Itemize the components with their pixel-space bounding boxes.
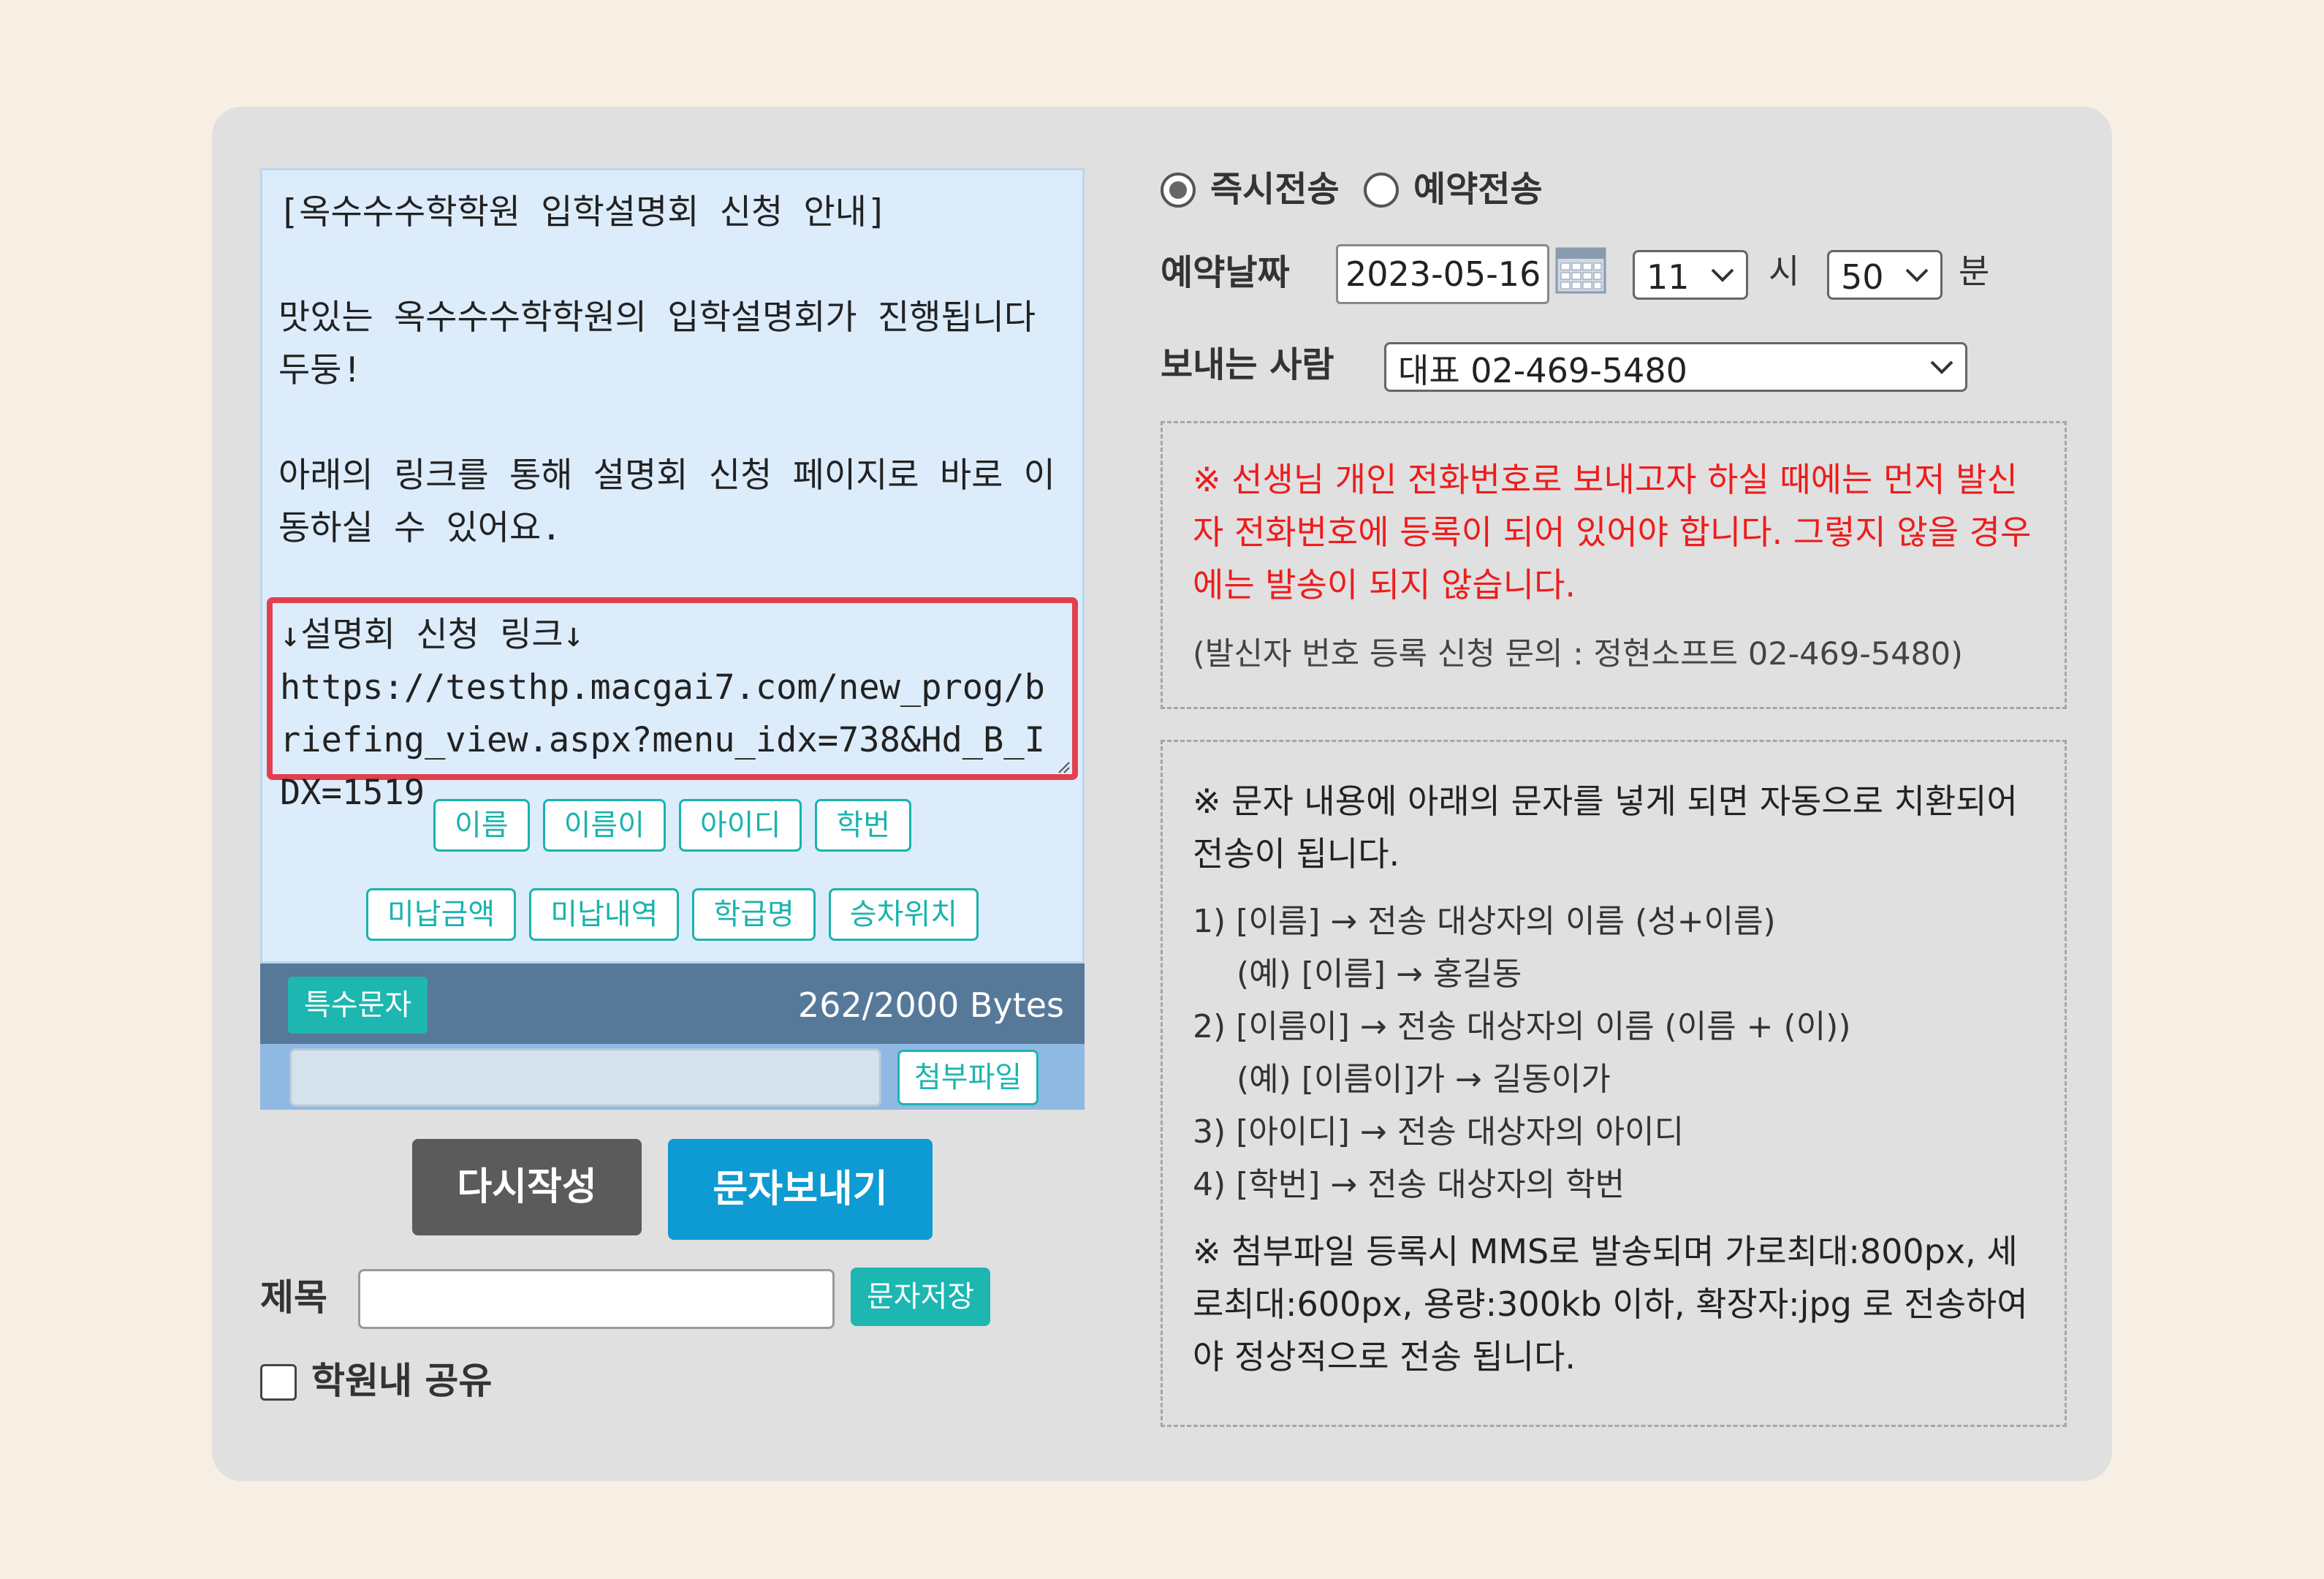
share-label: 학원내 공유 [311, 1360, 493, 1402]
chip-name[interactable]: 이름 [433, 799, 530, 852]
special-chars-button[interactable]: 특수문자 [288, 977, 428, 1034]
chip-class-name[interactable]: 학급명 [692, 888, 816, 941]
attachment-row: 첨부파일 [260, 1044, 1085, 1110]
calendar-icon[interactable] [1555, 247, 1606, 294]
info-example: (예) [이름] → 홍길동 [1237, 955, 1522, 993]
chip-unpaid-amount[interactable]: 미납금액 [365, 888, 517, 941]
date-label: 예약날짜 [1161, 252, 1290, 293]
subject-label: 제목 [260, 1276, 327, 1319]
hour-select[interactable]: 11 [1633, 250, 1748, 300]
save-message-button[interactable]: 문자저장 [851, 1268, 991, 1326]
page-background: [옥수수수학학원 입학설명회 신청 안내] 맛있는 옥수수수학학원의 입학설명회… [0, 0, 2324, 1579]
sender-contact-text: (발신자 번호 등록 신청 문의 : 정현소프트 02-469-5480) [1193, 636, 1963, 673]
chevron-down-icon [1905, 268, 1929, 282]
editor-toolbar: 특수문자 262/2000 Bytes [260, 963, 1085, 1044]
scheduled-radio[interactable] [1364, 173, 1399, 208]
hour-unit: 시 [1769, 251, 1800, 291]
resize-handle-icon[interactable] [1056, 760, 1071, 774]
sender-select[interactable]: 대표 02-469-5480 [1384, 342, 1967, 392]
chevron-down-icon [1930, 360, 1953, 374]
attachment-path-input[interactable] [289, 1048, 881, 1107]
sender-warning-text: ※ 선생님 개인 전화번호로 보내고자 하실 때에는 먼저 발신자 전화번호에 … [1193, 460, 2032, 605]
link-text: ↓설명회 신청 링크↓ https://testhp.macgai7.com/n… [280, 615, 1045, 813]
info-example: (예) [이름이]가 → 길동이가 [1237, 1061, 1611, 1098]
attachment-info-note: ※ 첨부파일 등록시 MMS로 발송되며 가로최대:800px, 세로최대:60… [1193, 1232, 2028, 1377]
hour-value: 11 [1647, 257, 1690, 297]
chevron-down-icon [1711, 268, 1734, 282]
message-textarea[interactable]: [옥수수수학학원 입학설명회 신청 안내] 맛있는 옥수수수학학원의 입학설명회… [260, 168, 1085, 963]
info-line: 3) [아이디] → 전송 대상자의 아이디 [1193, 1113, 1685, 1151]
send-message-button[interactable]: 문자보내기 [668, 1139, 933, 1240]
chip-id[interactable]: 아이디 [679, 799, 802, 852]
chip-unpaid-details[interactable]: 미납내역 [529, 888, 680, 941]
variable-chips-row-1: 이름 이름이 아이디 학번 [262, 799, 1082, 852]
info-line: 1) [이름] → 전송 대상자의 이름 (성+이름) [1193, 903, 1776, 940]
share-checkbox[interactable] [260, 1364, 297, 1401]
link-highlight-box: ↓설명회 신청 링크↓ https://testhp.macgai7.com/n… [267, 597, 1078, 813]
byte-counter: 262/2000 Bytes [797, 985, 1064, 1025]
message-body: [옥수수수학학원 입학설명회 신청 안내] 맛있는 옥수수수학학원의 입학설명회… [278, 192, 1055, 548]
info-line: 2) [이름이] → 전송 대상자의 이름 (이름 + (이)) [1193, 1008, 1851, 1045]
rewrite-button[interactable]: 다시작성 [412, 1139, 642, 1235]
sender-label: 보내는 사람 [1161, 344, 1334, 385]
chip-student-number[interactable]: 학번 [815, 799, 912, 852]
substitution-info-title: ※ 문자 내용에 아래의 문자를 넣게 되면 자동으로 치환되어 전송이 됩니다… [1193, 781, 2018, 874]
info-line: 4) [학번] → 전송 대상자의 학번 [1193, 1166, 1625, 1203]
minute-value: 50 [1841, 257, 1884, 297]
subject-input[interactable] [358, 1269, 835, 1329]
scheduled-label: 예약전송 [1413, 169, 1543, 210]
immediate-label: 즉시전송 [1210, 169, 1340, 210]
date-input[interactable]: 2023-05-16 [1336, 244, 1549, 304]
attach-file-button[interactable]: 첨부파일 [897, 1050, 1039, 1105]
immediate-radio[interactable] [1161, 173, 1196, 208]
minute-unit: 분 [1959, 251, 1990, 291]
minute-select[interactable]: 50 [1827, 250, 1943, 300]
chip-boarding-location[interactable]: 승차위치 [828, 888, 979, 941]
variable-chips-row-2: 미납금액 미납내역 학급명 승차위치 [262, 888, 1082, 941]
sender-value: 대표 02-469-5480 [1398, 351, 1687, 390]
chip-name-i[interactable]: 이름이 [542, 799, 666, 852]
